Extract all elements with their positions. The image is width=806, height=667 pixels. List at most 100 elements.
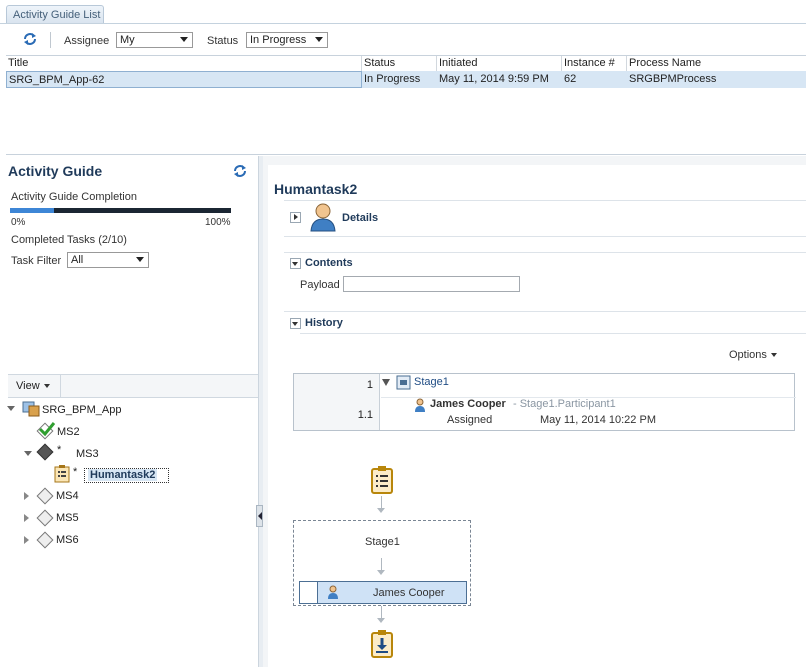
tree-root-label[interactable]: SRG_BPM_App [42, 404, 121, 416]
start-task-icon [371, 466, 393, 494]
options-menu-label[interactable]: Options [729, 349, 767, 361]
milestone-icon [36, 509, 54, 527]
col-header-status[interactable]: Status [362, 56, 437, 71]
tree-item-ms5[interactable]: MS5 [56, 512, 79, 524]
refresh-icon[interactable] [232, 163, 248, 179]
end-task-icon [371, 630, 393, 658]
col-header-initiated[interactable]: Initiated [437, 56, 562, 71]
user-icon [415, 398, 425, 412]
assignee-label: Assignee [64, 35, 110, 47]
task-modified-marker: * [73, 466, 78, 478]
milestone-icon [36, 531, 54, 549]
progress-min-label: 0% [11, 217, 26, 228]
view-menu-label: View [16, 380, 40, 392]
payload-field[interactable] [343, 276, 520, 292]
section-divider [284, 236, 806, 237]
expand-icon[interactable] [24, 514, 29, 522]
tree-item-ms2[interactable]: MS2 [57, 426, 80, 438]
history-participant-name: James Cooper [430, 398, 506, 410]
collapse-icon[interactable] [24, 451, 32, 456]
activity-guide-table: Title Status Initiated Instance # Proces… [6, 55, 806, 155]
collapse-pane-handle[interactable] [256, 505, 263, 527]
flow-connector [381, 558, 382, 570]
tab-activity-guide-list[interactable]: Activity Guide List [6, 5, 104, 24]
collapse-icon[interactable] [382, 379, 390, 386]
milestone-icon [36, 487, 54, 505]
history-stage-link[interactable]: Stage1 [414, 376, 449, 388]
milestone-active-icon [36, 443, 54, 461]
section-divider [284, 200, 806, 201]
flow-stage-label: Stage1 [365, 536, 400, 548]
flow-connector [381, 496, 382, 508]
process-app-icon [22, 401, 40, 417]
tree-item-ms4[interactable]: MS4 [56, 490, 79, 502]
chevron-down-icon [315, 37, 323, 42]
task-filter-label: Task Filter [11, 255, 62, 267]
row-process: SRGBPMProcess [629, 73, 717, 85]
status-label: Status [207, 35, 239, 47]
task-title: Humantask2 [274, 181, 358, 197]
col-header-process[interactable]: Process Name [627, 56, 806, 71]
refresh-icon[interactable] [22, 31, 38, 47]
tree-item-humantask2[interactable]: Humantask2 [88, 469, 158, 481]
checkmark-icon [38, 422, 56, 437]
col-header-title[interactable]: Title [6, 56, 362, 71]
status-select[interactable]: In Progress [246, 32, 328, 48]
history-heading[interactable]: History [305, 317, 343, 329]
expand-icon[interactable] [24, 492, 29, 500]
row-instance: 62 [564, 73, 577, 85]
history-participant-role: - Stage1.Participant1 [513, 398, 616, 410]
section-divider [284, 252, 806, 253]
details-heading[interactable]: Details [342, 212, 378, 224]
history-action: Assigned [447, 414, 493, 426]
task-filter-value: All [71, 254, 84, 266]
history-row-number: 1 [294, 374, 380, 397]
tree-view-bar: View [8, 374, 258, 398]
payload-label: Payload [300, 279, 340, 291]
ms3-modified-marker: * [57, 444, 62, 456]
flow-arrow-icon [377, 618, 385, 623]
tree-item-ms6[interactable]: MS6 [56, 534, 79, 546]
task-filter-select[interactable]: All [67, 252, 149, 268]
chevron-down-icon[interactable] [771, 353, 777, 357]
task-clipboard-icon [54, 465, 70, 483]
view-menu-button[interactable]: View [8, 375, 61, 398]
assignee-value: My [120, 34, 135, 46]
chevron-down-icon [43, 384, 50, 389]
completion-progress-fill [10, 208, 54, 213]
toolbar-separator [50, 32, 51, 48]
activity-guide-title: Activity Guide [8, 163, 103, 179]
tree-item-ms3[interactable]: MS3 [76, 448, 99, 460]
chevron-down-icon [292, 322, 298, 326]
progress-max-label: 100% [205, 217, 231, 228]
tab-underline [0, 23, 806, 24]
collapse-icon[interactable] [7, 406, 15, 411]
chevron-right-icon [294, 214, 298, 220]
section-divider [284, 311, 806, 312]
chevron-down-icon [292, 262, 298, 266]
assignee-select[interactable]: My [116, 32, 193, 48]
list-toolbar: Assignee My Status In Progress [6, 30, 806, 52]
flow-arrow-icon [377, 508, 385, 513]
user-icon [328, 585, 338, 599]
participant-node-marker [300, 582, 318, 603]
row-status: In Progress [364, 73, 421, 85]
stage-icon [396, 375, 411, 390]
history-date: May 11, 2014 10:22 PM [540, 414, 656, 426]
col-header-instance[interactable]: Instance # [562, 56, 627, 71]
section-divider [300, 333, 806, 334]
expand-icon[interactable] [24, 536, 29, 544]
flow-arrow-icon [377, 570, 385, 575]
chevron-down-icon [180, 37, 188, 42]
table-bottom-border [6, 154, 806, 155]
completion-label: Activity Guide Completion [11, 191, 137, 203]
user-icon [310, 203, 336, 232]
contents-heading[interactable]: Contents [305, 257, 353, 269]
row-title[interactable]: SRG_BPM_App-62 [6, 71, 362, 88]
participant-node-label: James Cooper [373, 587, 445, 599]
chevron-down-icon [136, 257, 144, 262]
row-initiated: May 11, 2014 9:59 PM [439, 73, 549, 85]
flow-connector [381, 606, 382, 618]
completed-tasks-label: Completed Tasks (2/10) [11, 234, 127, 246]
status-value: In Progress [250, 34, 307, 46]
